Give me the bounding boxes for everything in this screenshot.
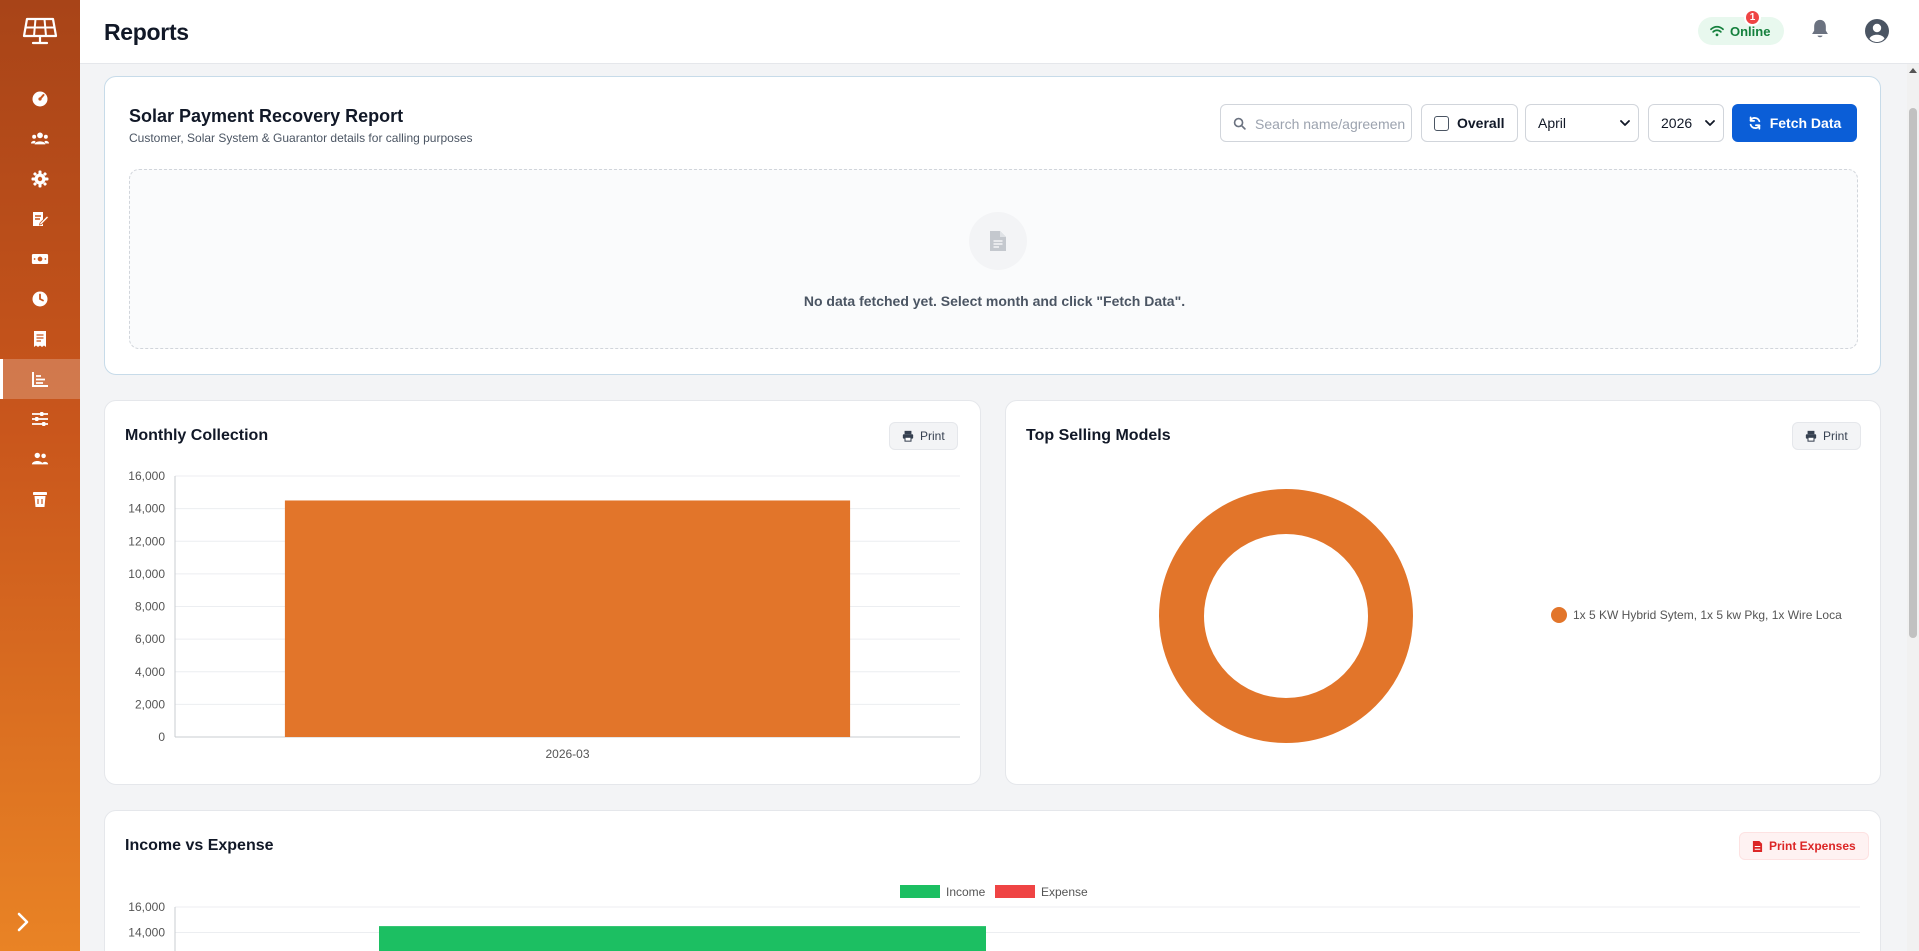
fetch-data-label: Fetch Data — [1769, 115, 1842, 131]
month-select-value: April — [1538, 115, 1567, 131]
legend-swatch — [995, 885, 1035, 898]
overall-checkbox-toggle[interactable]: Overall — [1421, 104, 1518, 142]
year-select[interactable]: 2026 — [1648, 104, 1724, 142]
bell-icon — [1812, 19, 1828, 38]
sidebar-item-reports[interactable] — [0, 359, 80, 399]
top-selling-models-card: Top Selling Models Print 1x 5 KW Hybrid … — [1005, 400, 1881, 785]
y-tick-label: 2,000 — [135, 697, 165, 711]
top-selling-models-chart: 1x 5 KW Hybrid Sytem, 1x 5 kw Pkg, 1x Wi… — [1159, 489, 1842, 743]
sidebar-item-payments[interactable] — [0, 239, 80, 279]
sliders-icon — [32, 412, 48, 426]
search-box — [1220, 104, 1412, 142]
y-tick-label: 14,000 — [128, 502, 165, 516]
money-icon — [31, 254, 49, 264]
sidebar-item-customers[interactable] — [0, 119, 80, 159]
notifications-button[interactable] — [1810, 18, 1834, 44]
monthly-collection-card: Monthly Collection Print 0 2,000 4,000 6,00… — [104, 400, 981, 785]
empty-state: No data fetched yet. Select month and cl… — [129, 169, 1858, 349]
scroll-up-arrow-icon[interactable] — [1909, 68, 1917, 73]
legend-swatch — [1551, 607, 1567, 623]
recovery-report-subtitle: Customer, Solar System & Guarantor detai… — [129, 131, 473, 145]
donut-slice — [1159, 489, 1413, 743]
chart-icon — [32, 372, 48, 387]
trash-icon — [33, 492, 47, 507]
agreement-icon — [33, 212, 49, 226]
y-tick-label: 6,000 — [135, 632, 165, 646]
y-tick-label: 8,000 — [135, 600, 165, 614]
solar-panel-logo-icon[interactable] — [22, 16, 58, 46]
clock-icon — [32, 291, 48, 307]
team-icon — [31, 452, 49, 465]
legend-label: Expense — [1041, 885, 1088, 899]
y-tick-label: 10,000 — [128, 567, 165, 581]
sidebar-item-history[interactable] — [0, 279, 80, 319]
dashboard-icon — [32, 91, 48, 107]
legend-swatch — [900, 885, 940, 898]
bar — [284, 500, 851, 737]
scrollbar-thumb[interactable] — [1909, 108, 1917, 638]
sidebar-expand-button[interactable] — [8, 904, 38, 940]
y-tick-label: 0 — [158, 730, 165, 744]
y-tick-label: 16,000 — [128, 900, 165, 914]
y-tick-label: 14,000 — [128, 926, 165, 940]
gear-icon — [31, 170, 49, 188]
sidebar-item-dashboard[interactable] — [0, 79, 80, 119]
income-vs-expense-card: Income vs Expense Print Expenses Income E… — [104, 810, 1881, 951]
user-avatar-icon[interactable] — [1864, 18, 1890, 44]
document-icon — [969, 212, 1027, 270]
sidebar-item-team[interactable] — [0, 439, 80, 479]
sidebar-item-agreements[interactable] — [0, 199, 80, 239]
fetch-data-button[interactable]: Fetch Data — [1732, 104, 1857, 142]
legend-label: 1x 5 KW Hybrid Sytem, 1x 5 kw Pkg, 1x Wi… — [1573, 608, 1842, 622]
overall-label: Overall — [1457, 115, 1505, 131]
y-tick-label: 12,000 — [128, 534, 165, 548]
x-tick-label: 2026-03 — [545, 747, 589, 761]
notification-count-badge: 1 — [1744, 9, 1761, 26]
top-bar: Reports Online — [80, 0, 1919, 64]
search-input[interactable] — [1255, 113, 1405, 135]
page-title: Reports — [104, 19, 189, 45]
page-scrollbar[interactable] — [1907, 64, 1919, 951]
chevron-down-icon — [1620, 120, 1630, 126]
recovery-report-card: Solar Payment Recovery Report Customer, … — [104, 76, 1881, 375]
income-bar — [379, 926, 986, 951]
overall-checkbox[interactable] — [1434, 115, 1449, 131]
search-icon — [1233, 117, 1246, 130]
wifi-icon — [1710, 25, 1724, 37]
income-vs-expense-chart: IncomeExpense16,00014,00012,000 — [128, 885, 1860, 951]
chevron-down-icon — [1705, 120, 1715, 126]
sidebar-item-configuration[interactable] — [0, 399, 80, 439]
sidebar — [0, 0, 80, 951]
y-tick-label: 4,000 — [135, 665, 165, 679]
recovery-report-title: Solar Payment Recovery Report — [129, 106, 404, 126]
receipt-icon — [34, 331, 46, 347]
year-select-value: 2026 — [1661, 115, 1693, 131]
sidebar-item-invoices[interactable] — [0, 319, 80, 359]
sidebar-item-settings[interactable] — [0, 159, 80, 199]
legend-label: Income — [946, 885, 986, 899]
sidebar-item-trash[interactable] — [0, 479, 80, 519]
empty-state-text: No data fetched yet. Select month and cl… — [803, 293, 1186, 309]
monthly-collection-chart: 0 2,000 4,000 6,000 8,000 10,000 12,000 14,000 1… — [128, 469, 960, 761]
users-icon — [31, 132, 49, 145]
month-select[interactable]: April — [1525, 104, 1639, 142]
chevron-right-icon — [17, 912, 29, 932]
refresh-icon — [1749, 116, 1760, 130]
online-status-badge: Online — [1698, 17, 1785, 45]
y-tick-label: 16,000 — [128, 469, 165, 483]
